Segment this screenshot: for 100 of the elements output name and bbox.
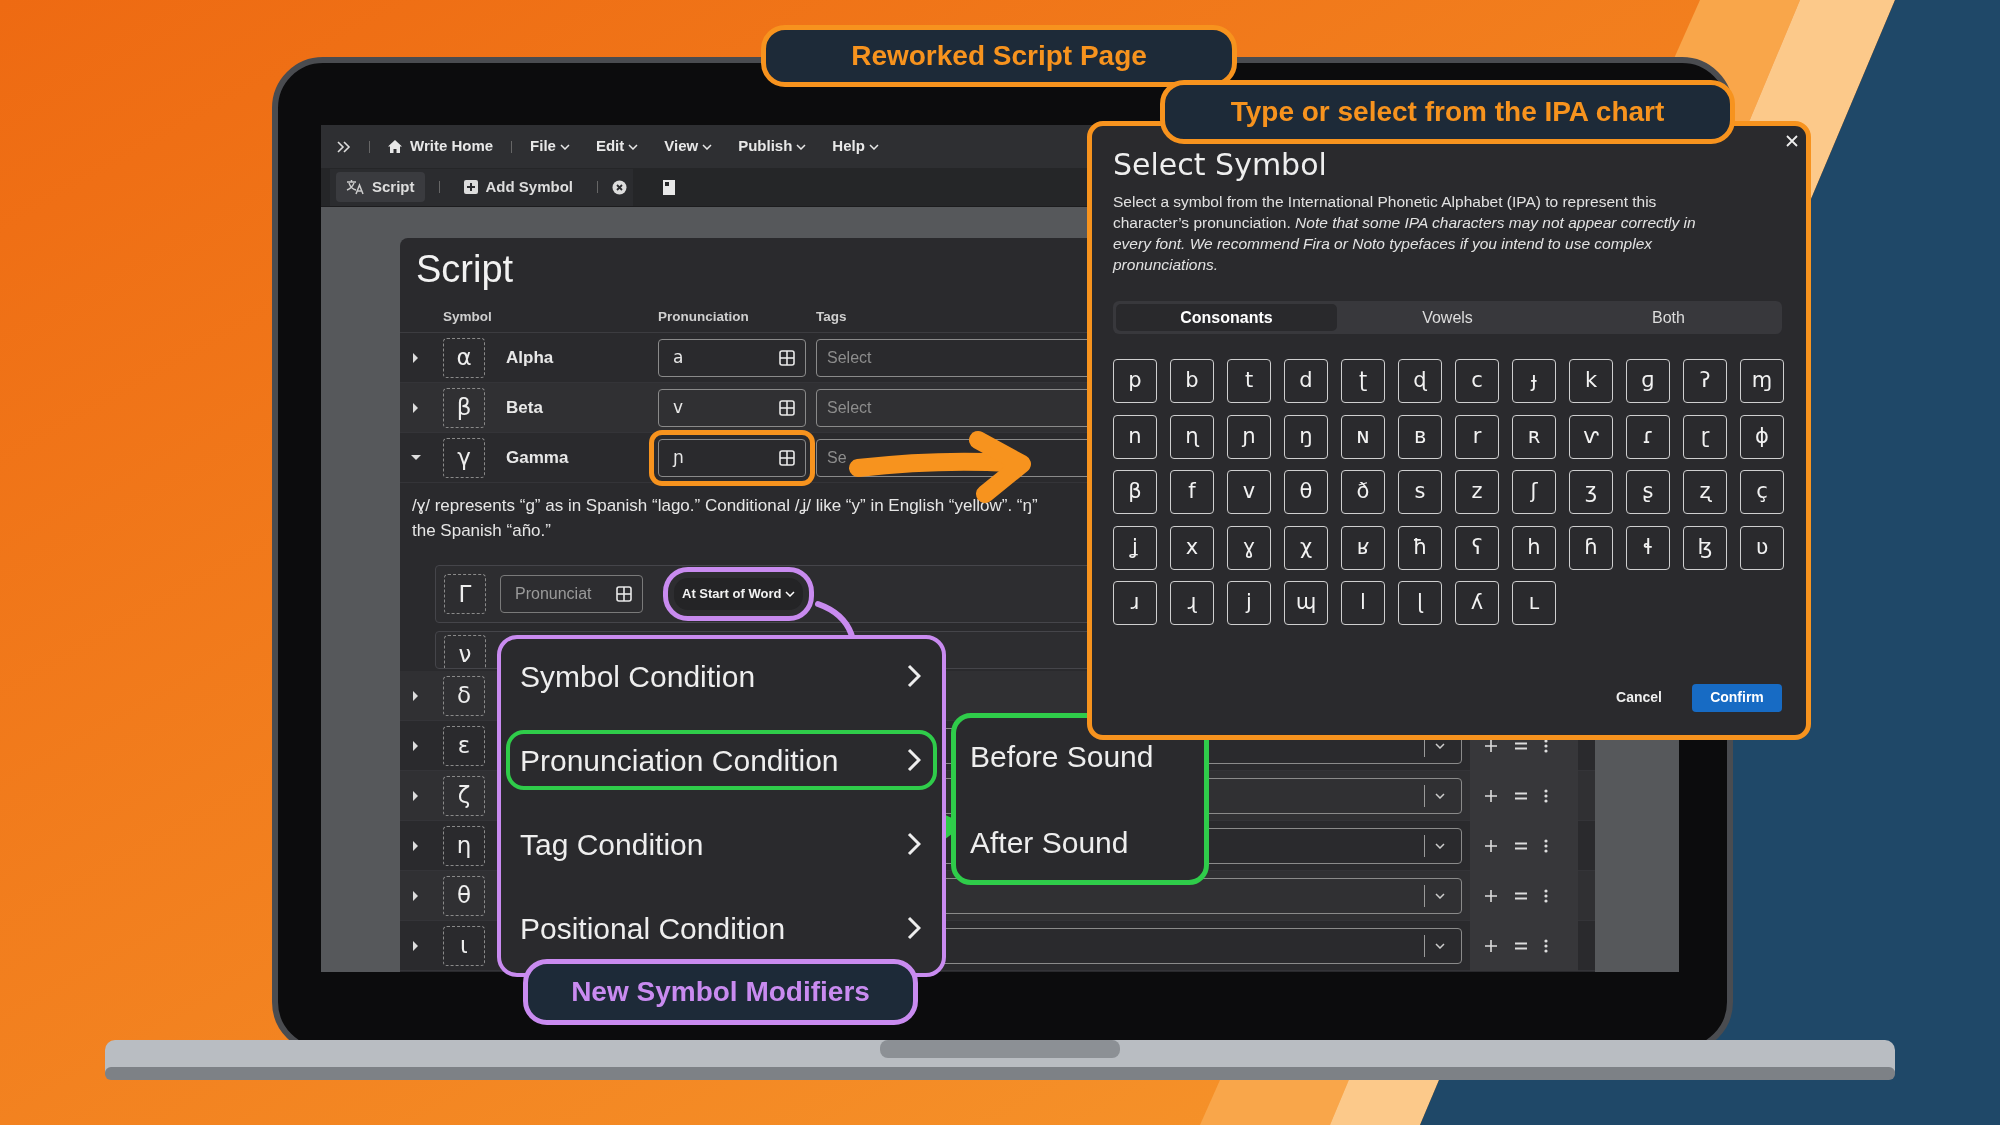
script-tab[interactable]: Script: [336, 171, 425, 203]
symbol-key[interactable]: p: [1113, 359, 1157, 403]
symbol-tile[interactable]: ι: [443, 925, 485, 966]
symbol-key[interactable]: h: [1512, 525, 1556, 570]
menu-item[interactable]: Edit: [595, 135, 639, 158]
symbol-key[interactable]: ʃ: [1512, 470, 1556, 514]
symbol-key[interactable]: ʁ: [1341, 525, 1385, 570]
drag-handle-icon[interactable]: [1514, 940, 1528, 951]
symbol-key[interactable]: ʔ: [1683, 359, 1727, 403]
symbol-key[interactable]: ʂ: [1626, 470, 1670, 514]
symbol-key[interactable]: ħ: [1398, 525, 1442, 570]
symbol-tile[interactable]: ζ: [443, 775, 485, 816]
symbol-tile[interactable]: δ: [443, 675, 485, 716]
symbol-key[interactable]: ð: [1341, 470, 1385, 514]
cancel-button[interactable]: Cancel: [1610, 683, 1668, 712]
menu-item[interactable]: View: [664, 135, 713, 158]
plus-icon[interactable]: [1484, 738, 1498, 753]
menu-item[interactable]: File: [530, 135, 570, 158]
symbol-key[interactable]: ɹ: [1113, 581, 1157, 625]
symbol-tile[interactable]: Γ: [444, 574, 486, 614]
menu-item[interactable]: Pronunciation Condition: [506, 730, 937, 790]
symbol-key[interactable]: ʎ: [1455, 581, 1499, 625]
more-icon[interactable]: [1544, 788, 1548, 803]
symbol-key[interactable]: ɬ: [1626, 525, 1670, 570]
symbol-key[interactable]: ç: [1740, 470, 1784, 514]
symbol-key[interactable]: d: [1284, 359, 1328, 403]
symbol-key[interactable]: ʐ: [1683, 470, 1727, 514]
symbol-key[interactable]: ŋ: [1284, 414, 1328, 459]
symbol-key[interactable]: ʋ: [1740, 525, 1784, 570]
symbol-key[interactable]: ɱ: [1740, 359, 1784, 403]
close-circle-icon[interactable]: [612, 179, 628, 195]
symbol-key[interactable]: ɟ: [1512, 359, 1556, 403]
confirm-button[interactable]: Confirm: [1692, 683, 1782, 712]
close-icon[interactable]: [1786, 135, 1798, 147]
symbol-key[interactable]: ɾ: [1626, 414, 1670, 459]
symbol-key[interactable]: ʕ: [1455, 525, 1499, 570]
symbol-key[interactable]: ɖ: [1398, 359, 1442, 403]
symbol-key[interactable]: j: [1227, 581, 1271, 625]
symbol-key[interactable]: ɽ: [1683, 414, 1727, 459]
symbol-key[interactable]: l: [1341, 581, 1385, 625]
menu-item[interactable]: After Sound: [964, 815, 1204, 871]
plus-icon[interactable]: [1484, 788, 1498, 803]
symbol-key[interactable]: ɣ: [1227, 525, 1271, 570]
drag-handle-icon[interactable]: [1514, 740, 1528, 751]
symbol-key[interactable]: ʈ: [1341, 359, 1385, 403]
plus-icon[interactable]: [1484, 838, 1498, 853]
symbol-key[interactable]: v: [1227, 470, 1271, 514]
home-link[interactable]: Write Home: [388, 135, 494, 158]
symbol-key[interactable]: ɭ: [1398, 581, 1442, 625]
plus-icon[interactable]: [1484, 888, 1498, 903]
symbol-key[interactable]: c: [1455, 359, 1499, 403]
symbol-key[interactable]: t: [1227, 359, 1271, 403]
symbol-key[interactable]: ɡ: [1626, 359, 1670, 403]
symbol-tile[interactable]: β: [443, 387, 485, 428]
menu-item[interactable]: Help: [832, 135, 879, 158]
menu-item[interactable]: Symbol Condition: [506, 646, 937, 706]
symbol-key[interactable]: s: [1398, 470, 1442, 514]
symbol-tile[interactable]: η: [443, 825, 485, 866]
symbol-key[interactable]: ɮ: [1683, 525, 1727, 570]
symbol-key[interactable]: b: [1170, 359, 1214, 403]
drag-handle-icon[interactable]: [1514, 790, 1528, 801]
symbol-key[interactable]: n: [1113, 414, 1157, 459]
symbol-tile[interactable]: γ: [443, 437, 485, 478]
menu-item[interactable]: Publish: [738, 135, 807, 158]
symbol-key[interactable]: ʀ: [1512, 414, 1556, 459]
menu-item[interactable]: Positional Condition: [506, 898, 937, 958]
symbol-key[interactable]: ⱱ: [1569, 414, 1613, 459]
pronunciation-field[interactable]: v: [658, 388, 806, 427]
menu-item[interactable]: Tag Condition: [506, 814, 937, 874]
symbol-key[interactable]: β: [1113, 470, 1157, 514]
symbol-key[interactable]: χ: [1284, 525, 1328, 570]
document-icon[interactable]: [663, 179, 676, 195]
symbol-key[interactable]: ʙ: [1398, 414, 1442, 459]
symbol-key[interactable]: ʒ: [1569, 470, 1613, 514]
symbol-key[interactable]: ɰ: [1284, 581, 1328, 625]
plus-icon[interactable]: [1484, 938, 1498, 953]
symbol-key[interactable]: r: [1455, 414, 1499, 459]
symbol-tile[interactable]: θ: [443, 875, 485, 916]
symbol-key[interactable]: x: [1170, 525, 1214, 570]
more-icon[interactable]: [1544, 938, 1548, 953]
symbol-key[interactable]: ɴ: [1341, 414, 1385, 459]
double-chevron-icon[interactable]: [337, 140, 351, 153]
drag-handle-icon[interactable]: [1514, 840, 1528, 851]
symbol-tile[interactable]: ε: [443, 725, 485, 766]
segment-tab[interactable]: Vowels: [1337, 304, 1558, 331]
more-icon[interactable]: [1544, 888, 1548, 903]
symbol-key[interactable]: ʟ: [1512, 581, 1556, 625]
pronunciation-field[interactable]: a: [658, 338, 806, 377]
add-symbol-tab[interactable]: Add Symbol: [453, 171, 584, 203]
symbol-key[interactable]: z: [1455, 470, 1499, 514]
symbol-tile[interactable]: α: [443, 337, 485, 378]
symbol-key[interactable]: f: [1170, 470, 1214, 514]
pronunciation-field[interactable]: Pronunciat: [500, 575, 643, 613]
symbol-key[interactable]: ɦ: [1569, 525, 1613, 570]
symbol-key[interactable]: k: [1569, 359, 1613, 403]
symbol-key[interactable]: ɳ: [1170, 414, 1214, 459]
segment-tab[interactable]: Consonants: [1116, 304, 1337, 331]
symbol-key[interactable]: ɸ: [1740, 414, 1784, 459]
symbol-key[interactable]: ʝ: [1113, 525, 1157, 570]
symbol-key[interactable]: ɲ: [1227, 414, 1271, 459]
